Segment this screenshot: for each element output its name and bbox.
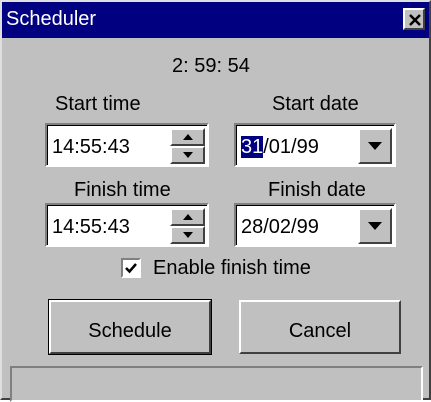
finish-date-label: Finish date: [268, 179, 366, 201]
finish-time-spinner[interactable]: [170, 208, 205, 244]
cancel-button-label: Cancel: [288, 320, 352, 342]
finish-date-field[interactable]: 28/02/99: [234, 203, 396, 247]
spin-up-icon: [182, 214, 193, 220]
status-bar: [10, 366, 423, 402]
finish-time-up-button[interactable]: [170, 208, 205, 226]
start-time-up-button[interactable]: [170, 128, 205, 146]
close-icon: [409, 14, 421, 26]
dropdown-arrow-icon: [368, 142, 382, 150]
start-date-value: 31/01/99: [241, 135, 319, 159]
enable-finish-checkbox[interactable]: [121, 258, 141, 278]
start-date-day-selected: 31: [241, 136, 264, 158]
finish-date-value: 28/02/99: [241, 216, 319, 238]
countdown-timer: 2: 59: 54: [172, 55, 250, 77]
start-time-spinner[interactable]: [170, 128, 205, 164]
start-time-field[interactable]: 14:55:43: [45, 123, 209, 167]
schedule-button-label: Schedule: [88, 320, 172, 342]
scheduler-window: Scheduler 2: 59: 54 Start time Start dat…: [0, 0, 431, 402]
start-time-value: 14:55:43: [52, 136, 130, 158]
finish-time-field[interactable]: 14:55:43: [45, 203, 209, 247]
checkmark-icon: [125, 263, 137, 274]
spin-down-icon: [182, 152, 193, 158]
spin-down-icon: [182, 232, 193, 238]
dropdown-arrow-icon: [368, 222, 382, 230]
finish-date-dropdown-button[interactable]: [358, 208, 392, 244]
finish-time-down-button[interactable]: [170, 226, 205, 244]
cancel-button[interactable]: Cancel: [239, 300, 401, 354]
start-time-label: Start time: [55, 93, 141, 115]
finish-time-label: Finish time: [74, 179, 171, 201]
start-date-dropdown-button[interactable]: [358, 128, 392, 164]
start-date-label: Start date: [272, 93, 359, 115]
enable-finish-label[interactable]: Enable finish time: [153, 256, 311, 280]
title-bar[interactable]: Scheduler: [2, 2, 429, 38]
spin-up-icon: [182, 134, 193, 140]
window-title: Scheduler: [6, 8, 97, 30]
start-date-field[interactable]: 31/01/99: [234, 123, 396, 167]
start-date-rest: /01/99: [263, 136, 319, 158]
start-time-down-button[interactable]: [170, 146, 205, 164]
schedule-button[interactable]: Schedule: [48, 299, 212, 355]
close-button[interactable]: [403, 8, 425, 30]
finish-time-value: 14:55:43: [52, 216, 130, 238]
